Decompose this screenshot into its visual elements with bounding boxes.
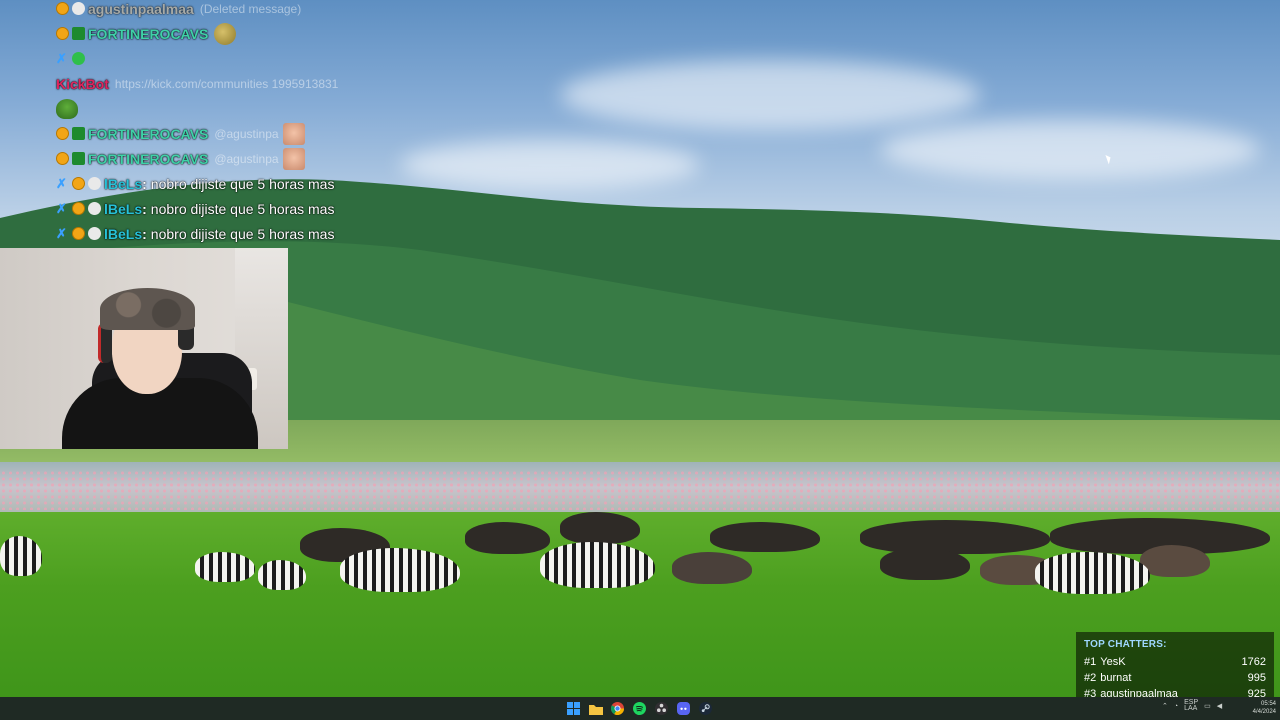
wallpaper-flamingos xyxy=(0,470,1280,510)
top-chatter-name: burnat xyxy=(1100,672,1132,684)
taskbar-pinned-apps xyxy=(566,701,713,716)
moderator-badge-icon xyxy=(72,127,85,140)
kiss-emote-icon xyxy=(282,147,305,170)
keyboard-language-indicator[interactable]: ESP LAA xyxy=(1184,699,1198,712)
wildebeest xyxy=(560,512,640,544)
chat-text: nobro dijiste que 5 horas mas xyxy=(150,200,335,217)
chrome-icon[interactable] xyxy=(610,701,625,716)
top-chatter-row: #2 burnat 995 xyxy=(1084,670,1266,686)
chat-text: @agustinpa xyxy=(214,151,279,166)
chat-username: FORTINEROCAVS xyxy=(88,25,209,42)
clock-date: 4/4/2024 xyxy=(1252,709,1276,715)
zebra xyxy=(340,548,460,592)
discord-icon[interactable] xyxy=(676,701,691,716)
wildebeest xyxy=(710,522,820,552)
kiss-emote-icon xyxy=(282,122,305,145)
chat-username: lBeLs xyxy=(104,225,143,242)
spotify-icon[interactable] xyxy=(632,701,647,716)
pepe-emote-icon xyxy=(56,98,78,119)
chat-overlay: agustinpaalmaa (Deleted message) FORTINE… xyxy=(56,0,376,246)
chat-text: @agustinpa xyxy=(214,126,279,141)
obs-icon[interactable] xyxy=(654,701,669,716)
chat-text: (Deleted message) xyxy=(199,1,302,16)
wildebeest xyxy=(860,520,1050,554)
gifter-badge-icon xyxy=(72,2,85,15)
chat-text: nobro dijiste que 5 horas mas xyxy=(150,225,335,242)
zebra xyxy=(0,536,42,576)
webcam-feed xyxy=(0,248,288,449)
wildebeest xyxy=(672,552,752,584)
chat-username: lBeLs xyxy=(104,200,143,217)
chat-message: KickBot https://kick.com/communities 199… xyxy=(56,71,376,96)
chat-message: ✗ lBeLs: nobro dijiste que 5 horas mas xyxy=(56,175,335,192)
wildebeest xyxy=(1140,545,1210,577)
chat-message: ✗ xyxy=(56,46,376,71)
subscriber-badge-icon xyxy=(56,127,69,140)
top-chatter-rank: #2 xyxy=(1084,672,1097,684)
chat-username: FORTINEROCAVS xyxy=(88,125,209,142)
chat-username: KickBot xyxy=(56,75,109,92)
top-chatter-count: 995 xyxy=(1247,672,1266,684)
moderator-badge-icon xyxy=(72,152,85,165)
top-chatter-count: 1762 xyxy=(1241,656,1266,668)
subscriber-badge-icon xyxy=(56,27,69,40)
top-chatter-row: #1 YesK 1762 xyxy=(1084,654,1266,670)
vip-badge-icon: ✗ xyxy=(56,176,67,191)
chat-message: ✗ lBeLs: nobro dijiste que 5 horas mas xyxy=(56,200,335,217)
chat-message: agustinpaalmaa (Deleted message) xyxy=(56,0,376,21)
tray-app-icon[interactable]: ◔ xyxy=(1174,703,1178,710)
top-chatter-rank: #1 xyxy=(1084,656,1097,668)
chat-message: FORTINEROCAVS xyxy=(56,21,376,46)
zebra xyxy=(195,552,255,582)
gifter-badge-icon xyxy=(88,177,101,190)
windows-taskbar: ⌃ ◔ ESP LAA ▭ ◀ 05:54 4/4/2024 xyxy=(0,697,1280,720)
subscriber-badge-icon xyxy=(56,2,69,15)
zebra xyxy=(1035,552,1150,594)
steam-icon[interactable] xyxy=(698,701,713,716)
wildebeest xyxy=(880,548,970,580)
top-chatters-title: TOP CHATTERS: xyxy=(1084,639,1167,650)
top-chatter-name: YesK xyxy=(1100,656,1126,668)
subscriber-badge-icon xyxy=(72,227,85,240)
chat-username: lBeLs xyxy=(104,175,143,192)
face-emote-icon xyxy=(214,22,237,45)
windows-start-icon[interactable] xyxy=(566,701,581,716)
moderator-badge-icon xyxy=(72,27,85,40)
chat-text: https://kick.com/communities 1995913831 xyxy=(114,76,339,91)
vip-badge-icon: ✗ xyxy=(56,201,67,216)
wildebeest xyxy=(465,522,550,554)
chat-message xyxy=(56,96,376,121)
subscriber-badge-icon xyxy=(56,152,69,165)
volume-icon[interactable]: ◀ xyxy=(1217,702,1222,710)
clock-time: 05:54 xyxy=(1260,701,1276,707)
chat-username: FORTINEROCAVS xyxy=(88,150,209,167)
taskbar-clock[interactable]: 05:54 4/4/2024 xyxy=(1244,700,1276,716)
webcam-streamer-cap xyxy=(100,288,195,330)
subscriber-badge-icon xyxy=(72,177,85,190)
zebra xyxy=(258,560,306,590)
chat-username: agustinpaalmaa xyxy=(88,0,194,17)
chat-text: nobro dijiste que 5 horas mas xyxy=(150,175,335,192)
vip-badge-icon: ✗ xyxy=(56,51,67,66)
network-icon[interactable]: ▭ xyxy=(1204,702,1211,710)
gifter-badge-icon xyxy=(88,202,101,215)
subscriber-badge-icon xyxy=(72,202,85,215)
gifter-badge-icon xyxy=(88,227,101,240)
chat-message: ✗ lBeLs: nobro dijiste que 5 horas mas xyxy=(56,225,335,242)
verified-badge-icon xyxy=(72,52,85,65)
file-explorer-icon[interactable] xyxy=(588,701,603,716)
tray-chevron-up-icon[interactable]: ⌃ xyxy=(1162,702,1168,710)
chat-message: FORTINEROCAVS @agustinpa xyxy=(56,121,376,146)
vip-badge-icon: ✗ xyxy=(56,226,67,241)
system-tray: ⌃ ◔ ESP LAA ▭ ◀ xyxy=(1162,699,1222,712)
chat-message: FORTINEROCAVS @agustinpa xyxy=(56,146,376,171)
